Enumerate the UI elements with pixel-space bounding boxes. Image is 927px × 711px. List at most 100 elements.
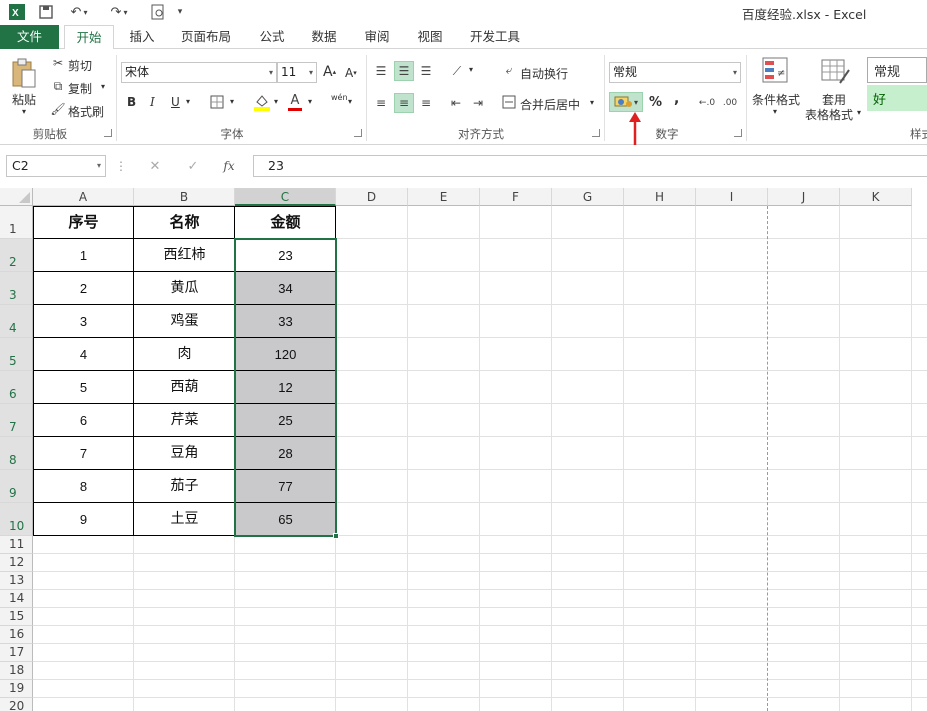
font-color-icon[interactable]: A — [287, 92, 303, 112]
orientation-dropdown-icon[interactable]: ▾ — [469, 65, 473, 74]
table-cell[interactable]: 12 — [235, 371, 336, 404]
row-header-18[interactable]: 18 — [0, 662, 33, 680]
number-launcher-icon[interactable] — [734, 129, 742, 137]
style-normal-swatch[interactable]: 常规 — [867, 57, 927, 83]
row-header-17[interactable]: 17 — [0, 644, 33, 662]
table-cell[interactable]: 120 — [235, 338, 336, 371]
table-cell[interactable]: 8 — [33, 470, 134, 503]
row-header-16[interactable]: 16 — [0, 626, 33, 644]
row-header-4[interactable]: 4 — [0, 305, 33, 338]
table-cell[interactable]: 鸡蛋 — [134, 305, 235, 338]
fill-color-dropdown-icon[interactable]: ▾ — [274, 97, 278, 106]
table-cell[interactable]: 肉 — [134, 338, 235, 371]
table-cell[interactable]: 西葫 — [134, 371, 235, 404]
table-header-cell[interactable]: 名称 — [134, 206, 235, 239]
table-header-cell[interactable]: 金额 — [235, 206, 336, 239]
percent-button[interactable]: % — [649, 95, 662, 110]
name-box[interactable]: C2 ▾ — [6, 155, 106, 177]
paste-icon[interactable] — [10, 57, 38, 91]
cancel-icon[interactable]: ✕ — [146, 158, 164, 174]
align-right-icon[interactable]: ≡ — [417, 93, 435, 113]
table-cell[interactable]: 25 — [235, 404, 336, 437]
align-left-icon[interactable]: ≡ — [372, 93, 390, 113]
column-header-j[interactable]: J — [768, 188, 840, 206]
format-painter-icon[interactable]: 🖌 — [50, 101, 66, 117]
row-header-6[interactable]: 6 — [0, 371, 33, 404]
phonetic-button[interactable]: wén — [331, 93, 348, 102]
table-cell[interactable]: 65 — [235, 503, 336, 536]
table-cell[interactable]: 23 — [235, 239, 336, 272]
grow-font-button[interactable]: A ▴ — [323, 64, 336, 80]
phonetic-dropdown-icon[interactable]: ▾ — [348, 97, 352, 106]
row-header-5[interactable]: 5 — [0, 338, 33, 371]
column-header-b[interactable]: B — [134, 188, 235, 206]
fill-color-icon[interactable] — [253, 92, 271, 112]
bold-button[interactable]: B — [127, 95, 136, 109]
table-cell[interactable]: 豆角 — [134, 437, 235, 470]
merge-center-icon[interactable] — [501, 94, 517, 110]
cut-button[interactable]: 剪切 — [68, 57, 92, 74]
paste-dropdown-icon[interactable]: ▾ — [22, 107, 26, 116]
row-header-3[interactable]: 3 — [0, 272, 33, 305]
accounting-format-icon[interactable]: ▾ — [609, 92, 643, 112]
tab-view[interactable]: 视图 — [410, 25, 450, 49]
format-as-table-button[interactable]: 表格格式 — [805, 106, 853, 123]
clipboard-launcher-icon[interactable] — [104, 129, 112, 137]
wrap-text-button[interactable]: 自动换行 — [520, 65, 568, 82]
enter-icon[interactable]: ✓ — [184, 158, 202, 174]
align-center-icon[interactable]: ≡ — [394, 93, 414, 113]
row-header-9[interactable]: 9 — [0, 470, 33, 503]
table-cell[interactable]: 芹菜 — [134, 404, 235, 437]
orientation-icon[interactable]: ⟋ — [447, 61, 467, 81]
row-header-11[interactable]: 11 — [0, 536, 33, 554]
table-cell[interactable]: 34 — [235, 272, 336, 305]
copy-dropdown-icon[interactable]: ▾ — [101, 82, 105, 91]
wrap-text-icon[interactable]: ⤶ — [501, 62, 517, 78]
table-header-cell[interactable]: 序号 — [33, 206, 134, 239]
save-icon[interactable] — [36, 3, 56, 21]
format-as-table-dropdown-icon[interactable]: ▾ — [857, 108, 861, 117]
column-header-a[interactable]: A — [33, 188, 134, 206]
row-header-12[interactable]: 12 — [0, 554, 33, 572]
number-format-select[interactable]: 常规 ▾ — [609, 62, 741, 83]
undo-icon[interactable]: ↶ ▾ — [64, 3, 94, 21]
print-preview-icon[interactable] — [146, 3, 170, 21]
row-header-14[interactable]: 14 — [0, 590, 33, 608]
table-cell[interactable]: 77 — [235, 470, 336, 503]
table-cell[interactable]: 西红柿 — [134, 239, 235, 272]
decrease-decimal-icon[interactable]: .00 — [720, 93, 740, 113]
tab-page-layout[interactable]: 页面布局 — [175, 25, 237, 49]
tab-file[interactable]: 文件 — [0, 25, 59, 49]
column-header-f[interactable]: F — [480, 188, 552, 206]
table-cell[interactable]: 5 — [33, 371, 134, 404]
column-header-e[interactable]: E — [408, 188, 480, 206]
column-header-h[interactable]: H — [624, 188, 696, 206]
row-header-2[interactable]: 2 — [0, 239, 33, 272]
italic-button[interactable]: I — [150, 95, 155, 109]
column-header-k[interactable]: K — [840, 188, 912, 206]
comma-button[interactable]: , — [674, 91, 679, 107]
font-launcher-icon[interactable] — [354, 129, 362, 137]
column-header-d[interactable]: D — [336, 188, 408, 206]
conditional-format-button[interactable]: 条件格式 — [752, 91, 800, 108]
tab-insert[interactable]: 插入 — [122, 25, 162, 49]
tab-data[interactable]: 数据 — [304, 25, 344, 49]
tab-formulas[interactable]: 公式 — [252, 25, 292, 49]
style-good-swatch[interactable]: 好 — [867, 85, 927, 111]
row-header-13[interactable]: 13 — [0, 572, 33, 590]
column-header-i[interactable]: I — [696, 188, 768, 206]
borders-icon[interactable] — [209, 94, 225, 110]
cut-icon[interactable]: ✂ — [50, 55, 66, 71]
row-header-8[interactable]: 8 — [0, 437, 33, 470]
merge-dropdown-icon[interactable]: ▾ — [590, 98, 594, 107]
redo-icon[interactable]: ↷ ▾ — [104, 3, 134, 21]
row-header-7[interactable]: 7 — [0, 404, 33, 437]
row-header-20[interactable]: 20 — [0, 698, 33, 711]
table-cell[interactable]: 黄瓜 — [134, 272, 235, 305]
table-cell[interactable]: 2 — [33, 272, 134, 305]
worksheet-grid[interactable]: A B C D E F G H I J K 1 2 3 4 5 6 7 8 9 10 11 12 13 14 15 16 17 18 19… — [0, 188, 927, 711]
table-cell[interactable]: 4 — [33, 338, 134, 371]
row-header-19[interactable]: 19 — [0, 680, 33, 698]
customize-icon[interactable]: ▾ — [174, 3, 186, 21]
table-cell[interactable]: 28 — [235, 437, 336, 470]
